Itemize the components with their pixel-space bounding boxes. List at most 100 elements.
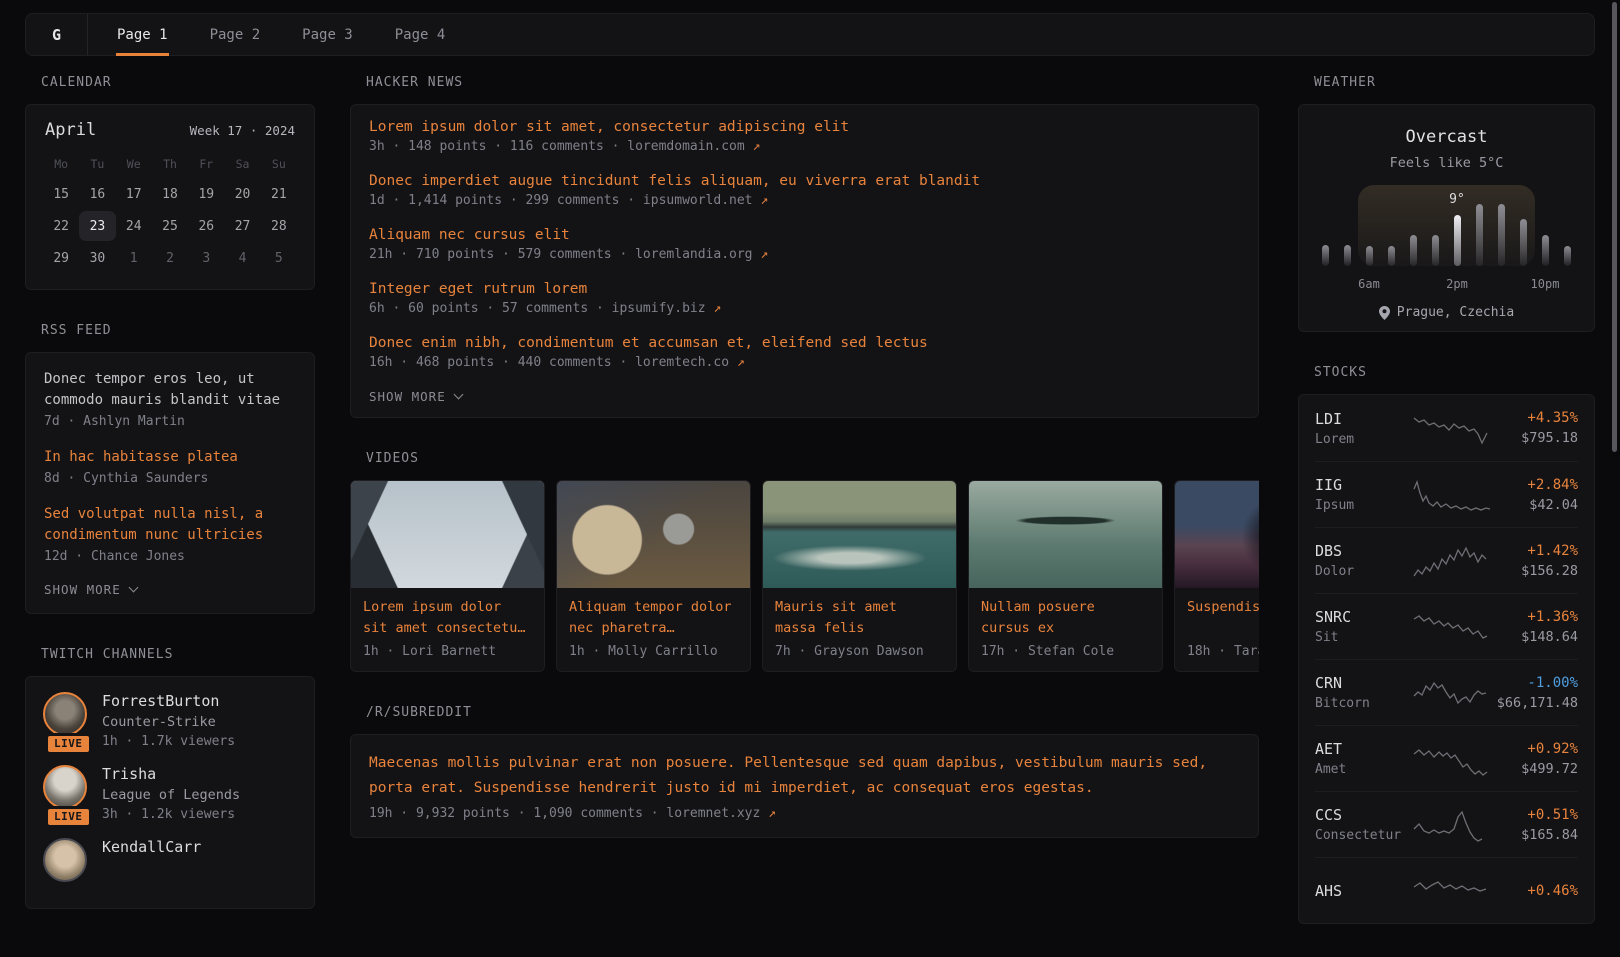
twitch-channel[interactable]: KendallCarr bbox=[43, 838, 297, 882]
avatar bbox=[43, 765, 87, 809]
weather-hour-labels: 6am2pm10pm bbox=[1315, 277, 1578, 292]
twitch-avatar-wrap bbox=[43, 838, 89, 882]
calendar-day-selected: 23 bbox=[79, 211, 115, 241]
external-link-icon: ↗ bbox=[713, 301, 721, 316]
calendar-day: 2 bbox=[152, 243, 188, 273]
hn-item-title[interactable]: Donec enim nibh, condimentum et accumsan… bbox=[369, 335, 1240, 351]
hacker-news-show-more-button[interactable]: SHOW MORE bbox=[369, 389, 1240, 404]
video-card[interactable]: Mauris sit amet massa felis7h · Grayson … bbox=[762, 480, 957, 672]
twitch-card: LIVEForrestBurtonCounter-Strike1h · 1.7k… bbox=[25, 676, 315, 909]
video-thumbnail bbox=[1175, 481, 1259, 588]
video-meta: 7h · Grayson Dawson bbox=[775, 644, 944, 659]
video-thumbnail bbox=[763, 481, 956, 588]
stock-values: +1.42%$156.28 bbox=[1496, 543, 1578, 579]
stocks-widget: STOCKS LDILorem+4.35%$795.18IIGIpsum+2.8… bbox=[1298, 365, 1595, 924]
calendar-day-header: Th bbox=[152, 157, 188, 171]
nav-tab-3[interactable]: Page 3 bbox=[281, 14, 374, 55]
rss-item-title[interactable]: Sed volutpat nulla nisl, a condimentum n… bbox=[44, 504, 296, 546]
stock-sparkline bbox=[1412, 873, 1496, 909]
stock-row[interactable]: CCSConsectetur+0.51%$165.84 bbox=[1315, 791, 1578, 857]
stock-row[interactable]: AHS+0.46% bbox=[1315, 857, 1578, 923]
stock-name: Amet bbox=[1315, 762, 1412, 777]
calendar-day: 20 bbox=[224, 179, 260, 209]
twitch-avatar-wrap: LIVE bbox=[43, 765, 89, 822]
calendar-day: 21 bbox=[261, 179, 297, 209]
weather-feels-like: Feels like 5°C bbox=[1315, 155, 1578, 171]
calendar-day-header: Fr bbox=[188, 157, 224, 171]
twitch-channel-category: League of Legends bbox=[102, 787, 240, 803]
hn-item-title[interactable]: Aliquam nec cursus elit bbox=[369, 227, 1240, 243]
hn-item-meta: 3h · 148 points · 116 comments · loremdo… bbox=[369, 139, 1240, 154]
weather-bars: 9° bbox=[1315, 185, 1578, 266]
hn-item-title[interactable]: Integer eget rutrum lorem bbox=[369, 281, 1240, 297]
external-link-icon: ↗ bbox=[760, 193, 768, 208]
rss-item-title[interactable]: In hac habitasse platea bbox=[44, 447, 296, 468]
nav-tab-2[interactable]: Page 2 bbox=[189, 14, 282, 55]
stock-change: -1.00% bbox=[1496, 675, 1578, 691]
stock-values: +2.84%$42.04 bbox=[1496, 477, 1578, 513]
stock-row[interactable]: AETAmet+0.92%$499.72 bbox=[1315, 725, 1578, 791]
avatar bbox=[43, 692, 87, 736]
stock-row[interactable]: CRNBitcorn -1.00%$66,171.48 bbox=[1315, 659, 1578, 725]
weather-bar bbox=[1344, 245, 1351, 266]
calendar-day: 3 bbox=[188, 243, 224, 273]
hn-item-title[interactable]: Lorem ipsum dolor sit amet, consectetur … bbox=[369, 119, 1240, 135]
hn-item-meta: 6h · 60 points · 57 comments · ipsumify.… bbox=[369, 301, 1240, 316]
weather-bar bbox=[1476, 204, 1483, 266]
stock-values: +1.36%$148.64 bbox=[1496, 609, 1578, 645]
video-meta: 18h · Tara bbox=[1187, 644, 1259, 659]
video-card[interactable]: Suspendisse diam18h · Tara bbox=[1174, 480, 1259, 672]
calendar-day: 24 bbox=[116, 211, 152, 241]
calendar-day-header: We bbox=[116, 157, 152, 171]
video-meta: 17h · Stefan Cole bbox=[981, 644, 1150, 659]
twitch-channel-name: Trisha bbox=[102, 765, 240, 783]
hn-item: Integer eget rutrum lorem 6h · 60 points … bbox=[369, 281, 1240, 316]
rss-item-title[interactable]: Donec tempor eros leo, ut commodo mauris… bbox=[44, 369, 296, 411]
weather-bar bbox=[1454, 215, 1461, 266]
calendar-day: 1 bbox=[116, 243, 152, 273]
calendar-day: 28 bbox=[261, 211, 297, 241]
rss-show-more-button[interactable]: SHOW MORE bbox=[44, 582, 296, 597]
rss-item: In hac habitasse platea8d · Cynthia Saun… bbox=[44, 447, 296, 486]
weather-bar bbox=[1366, 246, 1373, 266]
twitch-channel-name: KendallCarr bbox=[102, 838, 201, 856]
rss-widget: RSS FEED Donec tempor eros leo, ut commo… bbox=[25, 323, 315, 614]
weather-chart: 9° bbox=[1315, 185, 1578, 277]
stock-name: Consectetur bbox=[1315, 828, 1412, 843]
stock-row[interactable]: SNRCSit+1.36%$148.64 bbox=[1315, 593, 1578, 659]
subreddit-post-title[interactable]: Maecenas mollis pulvinar erat non posuer… bbox=[369, 751, 1240, 801]
calendar-day: 22 bbox=[43, 211, 79, 241]
hacker-news-widget: HACKER NEWS Lorem ipsum dolor sit amet, … bbox=[350, 75, 1259, 418]
stocks-widget-title: STOCKS bbox=[1314, 365, 1595, 380]
rss-item: Donec tempor eros leo, ut commodo mauris… bbox=[44, 369, 296, 429]
current-temperature-label: 9° bbox=[1449, 192, 1465, 207]
video-card[interactable]: Aliquam tempor dolor nec pharetra…1h · M… bbox=[556, 480, 751, 672]
hn-item-title[interactable]: Donec imperdiet augue tincidunt felis al… bbox=[369, 173, 1240, 189]
weather-location-row: Prague, Czechia bbox=[1315, 305, 1578, 320]
video-thumbnail bbox=[351, 481, 544, 588]
hacker-news-card: Lorem ipsum dolor sit amet, consectetur … bbox=[350, 104, 1259, 418]
nav-tab-4[interactable]: Page 4 bbox=[374, 14, 467, 55]
nav-tab-1[interactable]: Page 1 bbox=[96, 14, 189, 55]
stock-values: -1.00%$66,171.48 bbox=[1496, 675, 1578, 711]
stock-ticker: DBS bbox=[1315, 542, 1412, 560]
video-card[interactable]: Nullam posuere cursus ex17h · Stefan Col… bbox=[968, 480, 1163, 672]
twitch-channel[interactable]: LIVETrishaLeague of Legends3h · 1.2k vie… bbox=[43, 765, 297, 822]
app-logo[interactable]: G bbox=[26, 14, 88, 55]
nav-tabs: Page 1Page 2Page 3Page 4 bbox=[96, 14, 466, 55]
stock-row[interactable]: DBSDolor+1.42%$156.28 bbox=[1315, 527, 1578, 593]
stock-row[interactable]: LDILorem+4.35%$795.18 bbox=[1315, 395, 1578, 461]
twitch-channel[interactable]: LIVEForrestBurtonCounter-Strike1h · 1.7k… bbox=[43, 692, 297, 749]
stock-row[interactable]: IIGIpsum+2.84%$42.04 bbox=[1315, 461, 1578, 527]
calendar-day-header: Sa bbox=[224, 157, 260, 171]
calendar-widget: CALENDAR April Week 17 · 2024 MoTuWeThFr… bbox=[25, 75, 315, 290]
video-card[interactable]: Lorem ipsum dolor sit amet consectetu…1h… bbox=[350, 480, 545, 672]
left-column: CALENDAR April Week 17 · 2024 MoTuWeThFr… bbox=[25, 75, 315, 957]
calendar-widget-title: CALENDAR bbox=[41, 75, 315, 90]
twitch-widget: TWITCH CHANNELS LIVEForrestBurtonCounter… bbox=[25, 647, 315, 909]
stock-change: +2.84% bbox=[1496, 477, 1578, 493]
stock-id: CRNBitcorn bbox=[1315, 674, 1412, 711]
scrollbar[interactable] bbox=[1612, 2, 1617, 452]
twitch-channel-meta: 1h · 1.7k viewers bbox=[102, 734, 235, 749]
weather-location: Prague, Czechia bbox=[1397, 305, 1514, 320]
